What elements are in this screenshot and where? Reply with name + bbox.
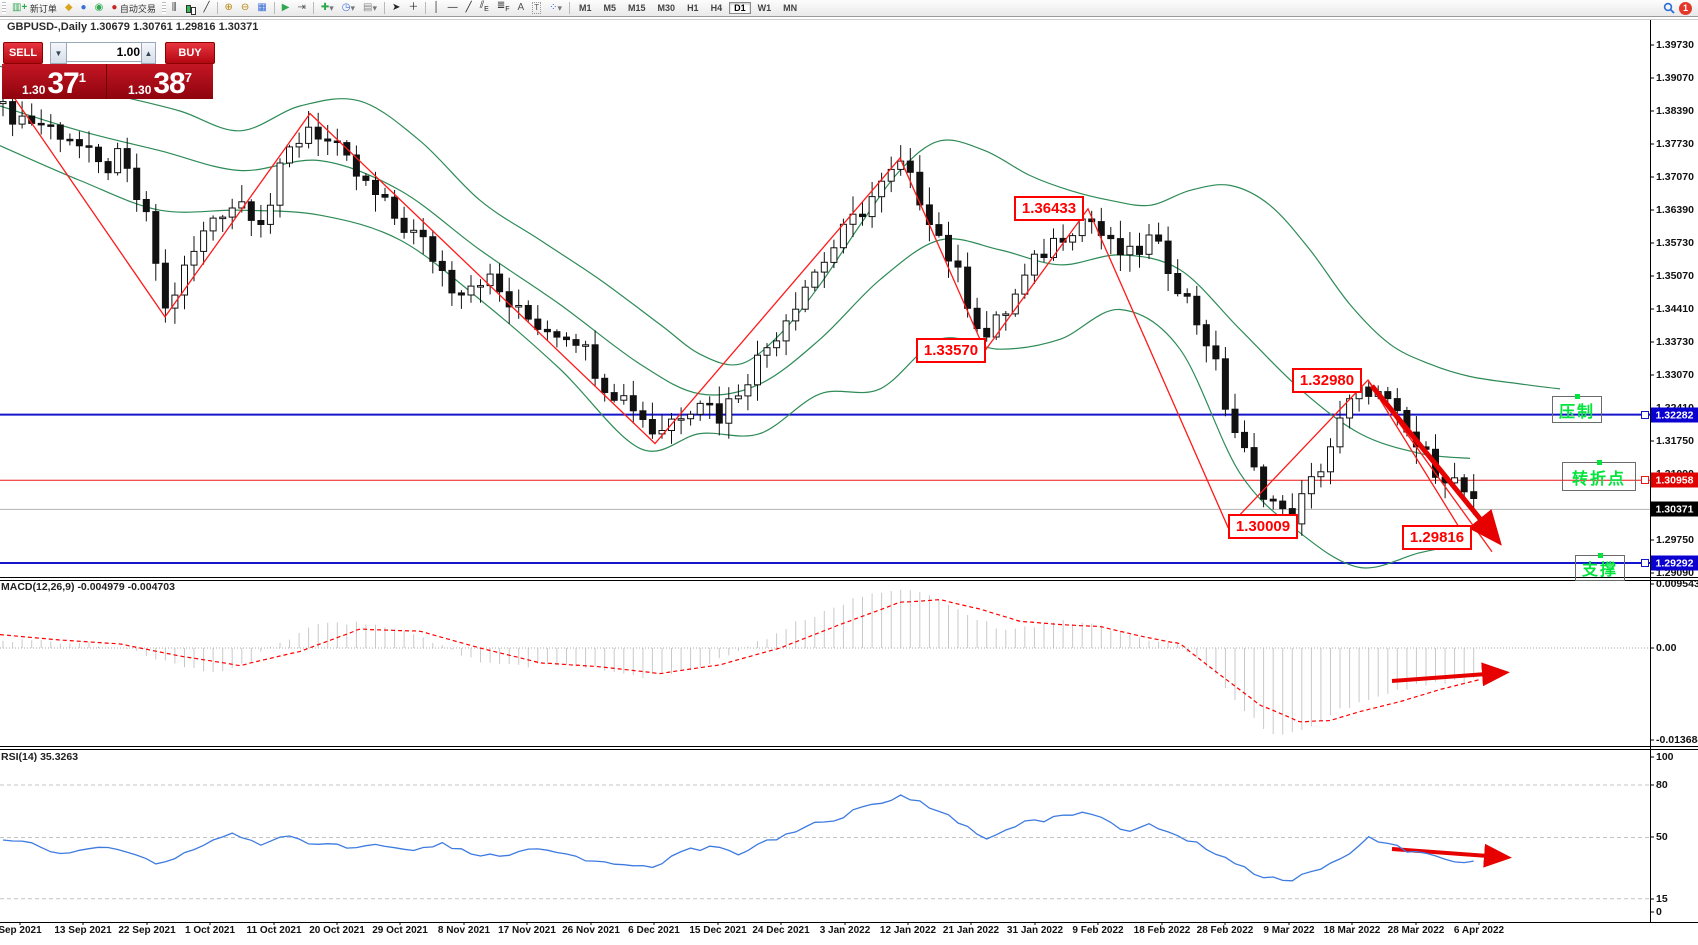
sell-price-small: 1.30 (22, 83, 45, 97)
price-callout-label[interactable]: 1.29816 (1402, 525, 1472, 550)
label-handle (1597, 460, 1602, 465)
price-callout-label[interactable]: 1.33570 (916, 338, 986, 363)
sell-price-sup: 1 (79, 70, 86, 85)
sell-button[interactable]: SELL (3, 42, 43, 64)
chart-ohlc-header: GBPUSD-,Daily 1.30679 1.30761 1.29816 1.… (7, 21, 258, 33)
buy-button[interactable]: BUY (165, 42, 215, 64)
one-click-trading-panel: SELL ▼ ▲ BUY 1.30 37 1 1.30 38 7 (2, 40, 214, 98)
chart-canvas (0, 0, 1698, 945)
price-callout-label[interactable]: 1.36433 (1014, 196, 1084, 221)
annotation-text-label[interactable]: 转折点 (1562, 462, 1636, 491)
mt4-window: ▥+ 新订单 ◆ ● ◉ ● 自动交易 ⫼ ╱ ⊕ ⊖ ▦ ▶ ⇥ ✚ ▾ ◷ … (0, 0, 1698, 945)
buy-price-big: 38 (153, 71, 184, 97)
buy-price-small: 1.30 (128, 83, 151, 97)
price-callout-label[interactable]: 1.30009 (1228, 514, 1298, 539)
rsi-indicator-label: RSI(14) 35.3263 (1, 751, 78, 763)
sell-price-big: 37 (47, 71, 78, 97)
label-handle (1575, 394, 1580, 399)
volume-input[interactable] (66, 42, 145, 62)
annotation-text-label[interactable]: 支撑 (1575, 555, 1625, 581)
buy-price-sup: 7 (185, 70, 192, 85)
volume-down-button[interactable]: ▼ (50, 42, 67, 64)
macd-indicator-label: MACD(12,26,9) -0.004979 -0.004703 (1, 581, 175, 593)
price-callout-label[interactable]: 1.32980 (1292, 368, 1362, 393)
label-handle (1598, 553, 1603, 558)
buy-price-panel[interactable]: 1.30 38 7 (107, 64, 213, 99)
sell-price-panel[interactable]: 1.30 37 1 (2, 64, 107, 99)
volume-up-button[interactable]: ▲ (141, 42, 156, 64)
annotation-text-label[interactable]: 压制 (1552, 396, 1602, 423)
